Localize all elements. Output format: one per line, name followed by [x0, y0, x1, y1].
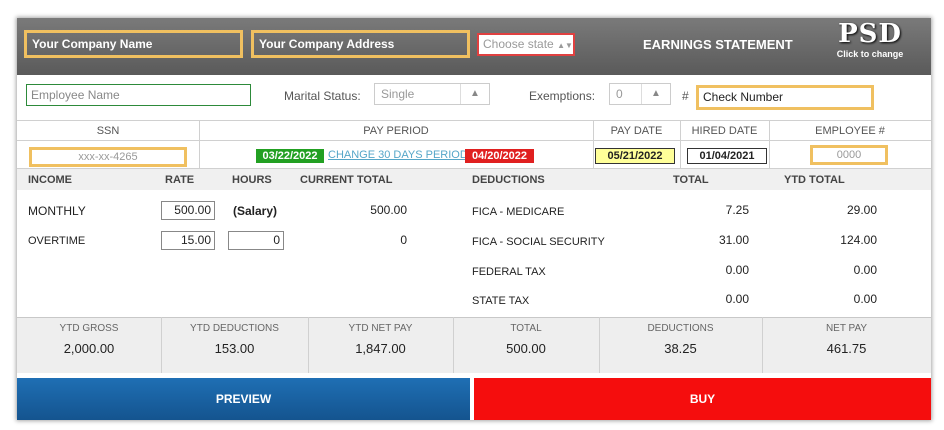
net-pay-label: NET PAY — [825, 323, 868, 334]
hired-date-header: HIRED DATE — [691, 125, 758, 137]
hash-label: # — [682, 89, 689, 103]
federal-tax-total: 0.00 — [725, 263, 749, 277]
deduction-label-federal: FEDERAL TAX — [472, 266, 546, 278]
rate-header: RATE — [165, 174, 195, 186]
company-name-field[interactable]: Your Company Name — [24, 30, 243, 58]
net-pay-value: 461.75 — [826, 341, 867, 356]
medicare-total: 7.25 — [725, 203, 749, 217]
state-select-label: Choose state — [483, 37, 554, 51]
overtime-hours-input[interactable]: 0 — [228, 231, 284, 250]
state-tax-total: 0.00 — [725, 292, 749, 306]
monthly-current-total: 500.00 — [370, 203, 407, 217]
monthly-rate-input[interactable]: 500.00 — [161, 201, 215, 220]
medicare-ytd: 29.00 — [846, 203, 877, 217]
state-tax-ytd: 0.00 — [853, 292, 877, 306]
deductions-value: 38.25 — [664, 341, 697, 356]
exemptions-label: Exemptions: — [529, 89, 596, 103]
company-address-field[interactable]: Your Company Address — [251, 30, 470, 58]
federal-tax-ytd: 0.00 — [853, 263, 877, 277]
ytd-deductions-label: YTD DEDUCTIONS — [190, 323, 279, 334]
marital-status-value: Single — [381, 87, 415, 101]
overtime-rate-input[interactable]: 15.00 — [161, 231, 215, 250]
employee-name-input[interactable]: Employee Name — [26, 84, 251, 106]
ssn-input[interactable]: xxx-xx-4265 — [29, 147, 187, 167]
change-period-link[interactable]: CHANGE 30 DAYS PERIOD — [328, 149, 468, 161]
deduction-label-medicare: FICA - MEDICARE — [472, 206, 565, 218]
buy-button[interactable]: BUY — [474, 378, 931, 420]
preview-button[interactable]: PREVIEW — [17, 378, 470, 420]
employee-number-header: EMPLOYEE # — [815, 125, 885, 137]
summary-ytd-net-pay: YTD NET PAY 1,847.00 — [308, 323, 453, 356]
income-label-overtime: OVERTIME — [28, 235, 86, 247]
hired-date-input[interactable]: 01/04/2021 — [687, 148, 767, 164]
marital-status-label: Marital Status: — [284, 89, 361, 103]
income-header: INCOME — [28, 174, 72, 186]
check-number-input[interactable]: Check Number — [696, 85, 874, 110]
social-security-ytd: 124.00 — [840, 233, 877, 247]
statement-title: EARNINGS STATEMENT — [643, 37, 793, 52]
chevron-updown-icon: ▲ — [460, 84, 489, 104]
ssn-header: SSN — [96, 125, 120, 137]
ytd-deductions-value: 153.00 — [214, 341, 255, 356]
income-label-monthly: MONTHLY — [28, 204, 86, 218]
ytd-total-header: YTD TOTAL — [784, 174, 845, 186]
earnings-statement-form: Your Company Name Your Company Address C… — [17, 18, 931, 420]
ytd-net-pay-label: YTD NET PAY — [348, 323, 413, 334]
chevron-updown-icon: ▲ — [641, 84, 670, 104]
deduction-label-state: STATE TAX — [472, 295, 530, 307]
logo-change-button[interactable]: PSD Click to change — [825, 19, 915, 71]
pay-date-input[interactable]: 05/21/2022 — [595, 148, 675, 164]
deductions-header: DEDUCTIONS — [472, 174, 545, 186]
chevron-updown-icon: ▲▼ — [557, 41, 573, 50]
summary-total: TOTAL 500.00 — [453, 323, 599, 356]
monthly-hours-salary: (Salary) — [233, 204, 278, 218]
marital-status-select[interactable]: Single ▲ — [374, 83, 490, 105]
company-logo: PSD — [838, 19, 902, 49]
total-value: 500.00 — [506, 341, 546, 356]
summary-deductions: DEDUCTIONS 38.25 — [599, 323, 762, 356]
deduction-label-social-security: FICA - SOCIAL SECURITY — [472, 236, 605, 248]
hours-header: HOURS — [232, 174, 272, 186]
employee-number-input[interactable]: 0000 — [810, 145, 888, 165]
ytd-gross-label: YTD GROSS — [59, 323, 119, 334]
deductions-label: DEDUCTIONS — [647, 323, 714, 334]
statement-header: Your Company Name Your Company Address C… — [17, 18, 931, 75]
state-select[interactable]: Choose state ▲▼ — [477, 33, 575, 56]
ytd-gross-value: 2,000.00 — [63, 341, 115, 356]
exemptions-select[interactable]: 0 ▲ — [609, 83, 671, 105]
pay-date-header: PAY DATE — [610, 125, 663, 137]
summary-ytd-deductions: YTD DEDUCTIONS 153.00 — [161, 323, 308, 356]
social-security-total: 31.00 — [718, 233, 749, 247]
summary-ytd-gross: YTD GROSS 2,000.00 — [17, 323, 161, 356]
pay-period-header: PAY PERIOD — [363, 125, 429, 137]
exemptions-value: 0 — [616, 87, 623, 101]
total-label: TOTAL — [510, 323, 542, 334]
period-start-date[interactable]: 03/22/2022 — [256, 149, 324, 163]
summary-net-pay: NET PAY 461.75 — [762, 323, 931, 356]
total-header: TOTAL — [673, 174, 709, 186]
logo-caption: Click to change — [836, 49, 904, 59]
overtime-current-total: 0 — [400, 233, 407, 247]
current-total-header: CURRENT TOTAL — [300, 174, 393, 186]
period-end-date[interactable]: 04/20/2022 — [465, 149, 534, 163]
ytd-net-pay-value: 1,847.00 — [355, 341, 406, 356]
